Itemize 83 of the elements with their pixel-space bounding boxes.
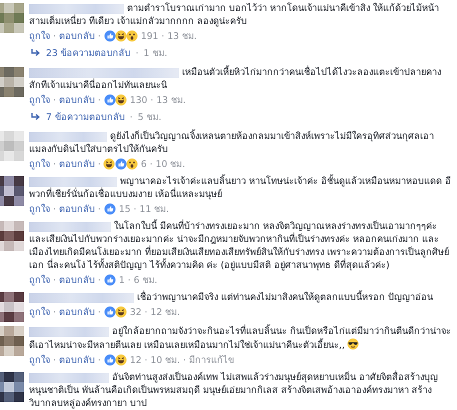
like-link[interactable]: ถูกใจ [29, 306, 50, 318]
separator-dot: · [136, 46, 139, 60]
comment-time[interactable]: 13 ชม. [156, 94, 186, 106]
separator-dot: · [53, 354, 56, 366]
surprised-face-icon [126, 30, 138, 42]
like-reaction-icon [104, 30, 116, 42]
comment-text: อยู่ใกล้อยากถามจังว่าจะกินอะไรที่แลบลิ้นนะ กินเป็ดหรือไก่แต่มีมาว่ากินตีนดีกว่าน่าจะดีเอาไหมน่าจะมีหลายตีนเลย เหมือนเลยเหมือนมากไม่ใช่เจ้าแม่นาคีนะตัวเอี้ยนะ,, [29, 325, 451, 352]
like-reaction-icon [104, 306, 116, 318]
comment-time[interactable]: 12 ชม. [150, 306, 180, 318]
separator-dot: · [128, 274, 131, 286]
like-reaction-icon [104, 274, 116, 286]
reaction-count[interactable]: 15 [118, 202, 131, 216]
view-replies-link[interactable]: 23 ข้อความตอบกลับ [46, 46, 131, 60]
avatar[interactable] [0, 221, 24, 251]
separator-dot: · [134, 202, 136, 216]
separator-dot: · [161, 30, 164, 42]
separator-dot: · [98, 158, 101, 170]
reply-arrow-icon [31, 49, 41, 57]
separator-dot: · [98, 202, 101, 216]
like-link[interactable]: ถูกใจ [29, 30, 50, 42]
reply-link[interactable]: ตอบกลับ [58, 274, 95, 286]
avatar[interactable] [0, 67, 24, 97]
laughing-face-icon [102, 158, 115, 170]
separator-dot: · [98, 354, 101, 366]
laughing-face-icon [114, 30, 127, 42]
comment-text: พญานาคอะไรเจ้าค่ะแลบลิ้นยาว หานโทษน่ะเจ้าค่ะ อิชั้นดูแล้วเหมือนหมาหอบแดด อีพวกที่เชียร์นั่นก้อเชื่อแบบงมงาย เห้อนี่แหละมนุษย์ [29, 175, 451, 201]
separator-dot: · [150, 158, 153, 170]
separator-dot: · [53, 158, 56, 170]
comment-text: ในโลกใบนี้ มีคนที่บ้าร่างทรงเยอะมาก หลงจิตวิญญาณหลงร่างทรงเป็นเอามากๆๆค่ะ และเสียเงินไปกับพวกร่างเยอะมากค่ะ น่าจะมีกฎหมายจับพวกหากินที่เป็นร่างทรงค่ะ หลอกคนเก่งมาก และเมืองไทยเกิดมีคนโง่เยอะมาก ที่ยอมเสียเงินเสียทองเสียทรัพย์สินให้กับร่างทรง เพราะความต้องการเป็นลูกศิษย์เอก นี่ละคนโง่ ไร้ทั้งสติปัญญา ไร้ทั้งความคิด ค่ะ (อยู่แบบมีสติ อยู่ศาสนาพุทธ ดีที่สุดแล้วค่ะ) [29, 220, 451, 272]
separator-dot: · [53, 30, 56, 42]
reaction-count[interactable]: 130 [130, 94, 148, 106]
view-replies-link[interactable]: 7 ข้อความตอบกลับ [46, 110, 125, 124]
replies-time: 5 ชม. [138, 110, 162, 124]
sunglasses-face-icon [346, 338, 359, 350]
separator-dot: · [53, 94, 56, 106]
like-link[interactable]: ถูกใจ [29, 274, 50, 286]
reaction-count[interactable]: 12 [130, 354, 142, 366]
separator-dot: · [150, 94, 154, 106]
reply-link[interactable]: ตอบกลับ [58, 158, 95, 170]
replies-time: 1 ชม. [144, 46, 168, 60]
reaction-count[interactable]: 191 [140, 30, 158, 42]
comment-time[interactable]: 10 ชม. [156, 158, 186, 170]
reaction-count[interactable]: 6 [140, 158, 147, 170]
comment-time[interactable]: 11 ชม. [139, 202, 170, 216]
avatar[interactable] [0, 326, 24, 356]
like-link[interactable]: ถูกใจ [29, 354, 50, 366]
reply-link[interactable]: ตอบกลับ [58, 94, 95, 106]
laughing-face-icon [114, 354, 127, 366]
avatar[interactable] [0, 372, 24, 402]
separator-dot: · [144, 354, 148, 366]
like-reaction-icon [114, 158, 127, 170]
like-link[interactable]: ถูกใจ [29, 202, 50, 216]
separator-dot: · [130, 110, 133, 124]
comment-time[interactable]: 6 ชม. [134, 274, 158, 286]
separator-dot: · [183, 354, 186, 366]
laughing-face-icon [114, 306, 127, 318]
separator-dot: · [98, 30, 101, 42]
like-link[interactable]: ถูกใจ [29, 94, 50, 106]
separator-dot: · [53, 306, 56, 318]
separator-dot: · [98, 274, 101, 286]
reply-arrow-icon [31, 113, 41, 121]
like-reaction-icon [104, 94, 116, 106]
surprised-face-icon [126, 158, 138, 170]
separator-dot: · [53, 274, 56, 286]
separator-dot: · [98, 306, 101, 318]
reply-link[interactable]: ตอบกลับ [58, 202, 95, 216]
reply-link[interactable]: ตอบกลับ [58, 354, 95, 366]
reaction-count[interactable]: 1 [118, 274, 125, 286]
separator-dot: · [98, 94, 101, 106]
separator-dot: · [144, 306, 148, 318]
edited-label[interactable]: มีการแก้ไข [188, 354, 234, 366]
avatar[interactable] [0, 176, 24, 206]
reply-link[interactable]: ตอบกลับ [58, 30, 95, 42]
like-link[interactable]: ถูกใจ [29, 158, 50, 170]
like-reaction-icon [104, 354, 116, 366]
like-reaction-icon [104, 203, 116, 215]
reply-link[interactable]: ตอบกลับ [58, 306, 95, 318]
comment-time[interactable]: 13 ชม. [167, 30, 197, 42]
avatar[interactable] [0, 292, 24, 322]
separator-dot: · [53, 202, 56, 216]
comment-time[interactable]: 10 ชม. [150, 354, 180, 366]
reaction-count[interactable]: 32 [130, 306, 142, 318]
laughing-face-icon [114, 94, 127, 106]
